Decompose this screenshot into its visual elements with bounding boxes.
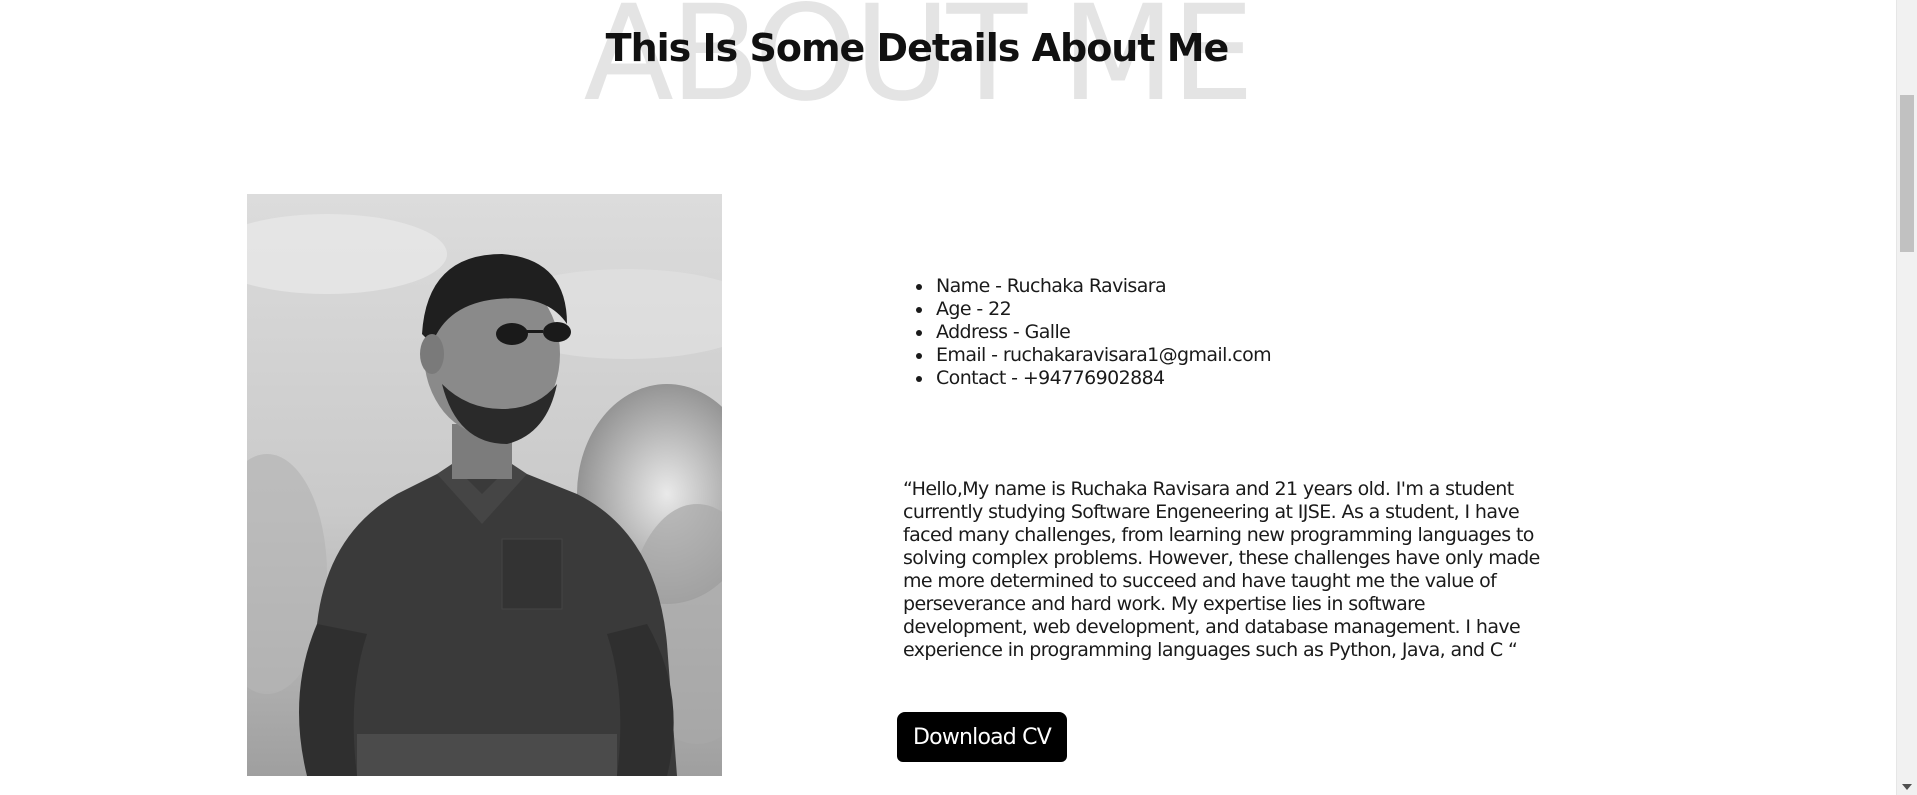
portrait-photo-icon bbox=[247, 194, 722, 776]
section-title: This Is Some Details About Me bbox=[605, 26, 1230, 70]
scrollbar-thumb[interactable] bbox=[1900, 95, 1914, 252]
download-cv-button[interactable]: Download CV bbox=[897, 712, 1067, 762]
about-section: ABOUT ME This Is Some Details About Me •… bbox=[0, 0, 1917, 795]
vertical-scrollbar[interactable] bbox=[1896, 0, 1917, 795]
detail-contact: Contact - +94776902884 bbox=[934, 367, 1271, 390]
detail-address: Address - Galle bbox=[934, 321, 1271, 344]
scroll-down-arrow-icon[interactable] bbox=[1902, 784, 1912, 790]
profile-photo bbox=[247, 194, 722, 776]
bio-paragraph: “Hello,My name is Ruchaka Ravisara and 2… bbox=[903, 478, 1540, 661]
detail-email: Email - ruchakaravisara1@gmail.com bbox=[934, 344, 1272, 367]
detail-age: Age - 22 bbox=[934, 298, 1271, 321]
detail-name: Name - Ruchaka Ravisara bbox=[934, 275, 1271, 298]
personal-details-list: Name - Ruchaka Ravisara Age - 22 Address… bbox=[903, 275, 1272, 390]
